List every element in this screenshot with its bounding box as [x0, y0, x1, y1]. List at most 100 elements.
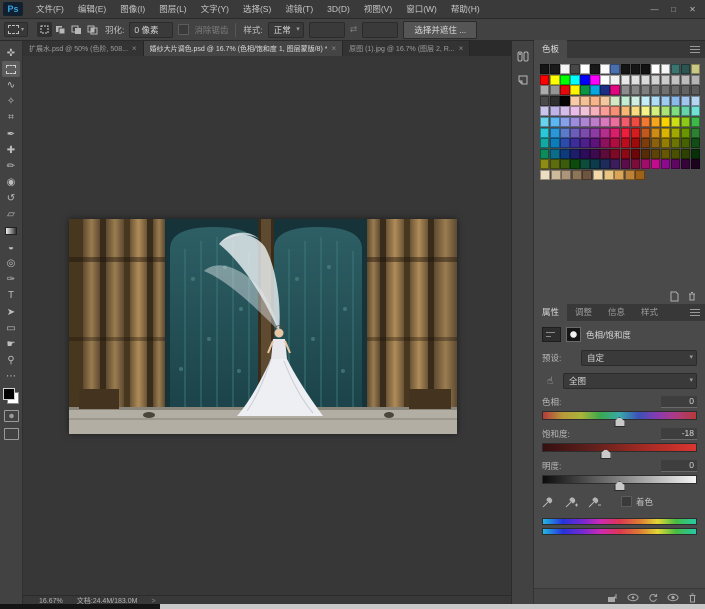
swatch[interactable]: [610, 85, 619, 95]
swatch[interactable]: [590, 85, 599, 95]
swatch[interactable]: [600, 85, 609, 95]
document-tab[interactable]: 原图 (1).jpg @ 16.7% (图层 2, R...×: [343, 41, 470, 56]
swatch[interactable]: [580, 64, 589, 74]
swatch[interactable]: [570, 117, 579, 127]
swatch[interactable]: [691, 117, 700, 127]
swatch[interactable]: [671, 159, 680, 169]
swatch[interactable]: [540, 159, 549, 169]
swatch[interactable]: [661, 159, 670, 169]
swatch[interactable]: [661, 106, 670, 116]
swatch[interactable]: [570, 138, 579, 148]
swatch[interactable]: [600, 106, 609, 116]
tool-spot-healing[interactable]: ✚: [2, 142, 20, 158]
close-button[interactable]: ✕: [684, 3, 701, 16]
tool-move[interactable]: ✜: [2, 45, 20, 61]
swatch[interactable]: [661, 64, 670, 74]
swatch[interactable]: [570, 96, 579, 106]
swatch[interactable]: [631, 117, 640, 127]
tab-调整[interactable]: 调整: [567, 303, 600, 321]
swatch[interactable]: [671, 64, 680, 74]
swatch[interactable]: [600, 75, 609, 85]
swatch[interactable]: [681, 96, 690, 106]
swatch[interactable]: [691, 149, 700, 159]
style-dropdown[interactable]: 正常: [268, 22, 304, 38]
menu-help[interactable]: 帮助(H): [444, 1, 487, 17]
swatch[interactable]: [610, 138, 619, 148]
swatch[interactable]: [621, 138, 630, 148]
tool-crop[interactable]: ⌗: [2, 110, 20, 126]
swatch[interactable]: [550, 96, 559, 106]
swatch[interactable]: [621, 85, 630, 95]
swatch[interactable]: [641, 64, 650, 74]
swatch[interactable]: [570, 64, 579, 74]
tab-样式[interactable]: 样式: [633, 303, 666, 321]
swatch[interactable]: [610, 159, 619, 169]
lightness-track[interactable]: [542, 475, 697, 484]
lightness-thumb[interactable]: [614, 481, 625, 491]
tool-type[interactable]: T: [2, 288, 20, 304]
targeted-adjustment-icon[interactable]: ☝: [542, 374, 558, 388]
swatch[interactable]: [651, 64, 660, 74]
tool-eraser[interactable]: ▱: [2, 207, 20, 223]
delete-adjustment-button[interactable]: [688, 593, 697, 603]
swatch[interactable]: [681, 75, 690, 85]
swatch[interactable]: [593, 170, 603, 180]
swatch[interactable]: [580, 85, 589, 95]
swatch[interactable]: [560, 159, 569, 169]
clip-to-layer-button[interactable]: [607, 593, 618, 603]
swatch[interactable]: [560, 85, 569, 95]
swatch[interactable]: [671, 128, 680, 138]
swatch[interactable]: [621, 64, 630, 74]
colorize-checkbox[interactable]: [621, 496, 632, 507]
swatch[interactable]: [550, 159, 559, 169]
swatch[interactable]: [610, 64, 619, 74]
swatch[interactable]: [651, 159, 660, 169]
add-to-selection-button[interactable]: [53, 22, 68, 37]
swatch[interactable]: [560, 64, 569, 74]
width-input[interactable]: [309, 22, 345, 38]
swatch[interactable]: [691, 138, 700, 148]
hue-value[interactable]: 0: [661, 396, 697, 408]
swatch[interactable]: [631, 75, 640, 85]
swatch[interactable]: [590, 159, 599, 169]
swatch[interactable]: [671, 75, 680, 85]
swatch[interactable]: [621, 96, 630, 106]
swatch[interactable]: [671, 85, 680, 95]
swatch[interactable]: [681, 149, 690, 159]
new-selection-button[interactable]: [37, 22, 52, 37]
swatch[interactable]: [651, 149, 660, 159]
delete-swatch-button[interactable]: [687, 291, 697, 302]
swatch[interactable]: [610, 117, 619, 127]
swap-width-height-icon[interactable]: ⇄: [350, 24, 358, 35]
swatch[interactable]: [590, 128, 599, 138]
tool-lasso[interactable]: ∿: [2, 77, 20, 93]
swatch[interactable]: [580, 159, 589, 169]
swatch[interactable]: [681, 117, 690, 127]
swatch[interactable]: [590, 117, 599, 127]
swatch[interactable]: [661, 138, 670, 148]
new-swatch-button[interactable]: [669, 291, 679, 302]
saturation-track[interactable]: [542, 443, 697, 452]
swatch[interactable]: [590, 64, 599, 74]
menu-layer[interactable]: 图层(L): [152, 1, 193, 17]
document-tab[interactable]: 婚纱大片调色.psd @ 16.7% (色相/饱和度 1, 图层蒙版/8) *×: [144, 41, 344, 56]
layer-visibility-button[interactable]: [667, 593, 679, 602]
swatch[interactable]: [681, 106, 690, 116]
swatch[interactable]: [600, 96, 609, 106]
swatch[interactable]: [560, 106, 569, 116]
swatch[interactable]: [582, 170, 592, 180]
swatch[interactable]: [651, 96, 660, 106]
swatch[interactable]: [641, 138, 650, 148]
swatch[interactable]: [540, 75, 549, 85]
swatch[interactable]: [590, 106, 599, 116]
tool-hand[interactable]: ☛: [2, 336, 20, 352]
swatch[interactable]: [610, 128, 619, 138]
swatch[interactable]: [631, 128, 640, 138]
menu-file[interactable]: 文件(F): [29, 1, 71, 17]
swatch[interactable]: [661, 85, 670, 95]
swatch[interactable]: [580, 149, 589, 159]
lightness-value[interactable]: 0: [661, 460, 697, 472]
swatch[interactable]: [691, 159, 700, 169]
swatch[interactable]: [610, 149, 619, 159]
swatch[interactable]: [631, 106, 640, 116]
